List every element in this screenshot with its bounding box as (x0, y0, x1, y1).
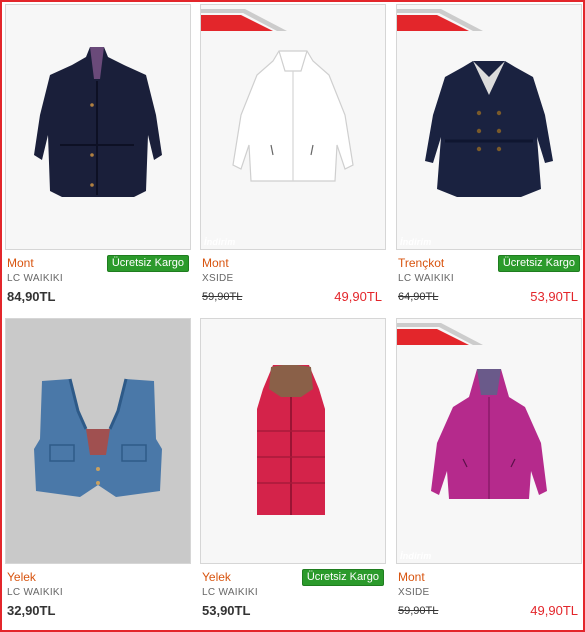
product-category[interactable]: Mont (7, 256, 34, 270)
product-image-red-puffer-vest[interactable] (200, 318, 386, 564)
sale-ribbon (201, 9, 287, 31)
product-brand: XSIDE (202, 273, 234, 284)
product-old-price: 59,90TL (202, 291, 243, 303)
product-image-navy-trenchcoat[interactable]: İndirim (396, 4, 582, 250)
product-image-magenta-jacket[interactable]: İndirim (396, 318, 582, 564)
product-image-denim-vest[interactable] (5, 318, 191, 564)
product-sale-price: 49,90TL (530, 603, 578, 618)
sale-ribbon (397, 323, 483, 345)
product-category[interactable]: Mont (398, 570, 425, 584)
free-shipping-badge: Ücretsiz Kargo (301, 569, 384, 586)
product-price: 53,90TL (202, 603, 251, 618)
product-brand: LC WAIKIKI (398, 273, 454, 284)
product-old-price: 64,90TL (398, 291, 439, 303)
product-card[interactable]: Yelek LC WAIKIKI 32,90TL (5, 318, 191, 632)
product-brand: LC WAIKIKI (7, 273, 63, 284)
product-grid: Mont Ücretsiz Kargo LC WAIKIKI 84,90TL İ… (0, 0, 585, 632)
product-category[interactable]: Trençkot (398, 256, 444, 270)
product-card[interactable]: İndirim Mont XSIDE 59,90TL 49,90TL (200, 4, 386, 318)
product-card[interactable]: İndirim Mont XSIDE 59,90TL 49,90TL (396, 318, 582, 632)
product-price: 84,90TL (7, 289, 56, 304)
sale-ribbon-label: İndirim (400, 551, 432, 561)
product-card[interactable]: İndirim Trençkot Ücretsiz Kargo LC WAIKI… (396, 4, 582, 318)
product-category[interactable]: Yelek (202, 570, 231, 584)
product-brand: LC WAIKIKI (7, 587, 63, 598)
sale-ribbon (397, 9, 483, 31)
sale-ribbon-label: İndirim (204, 237, 236, 247)
product-card[interactable]: Mont Ücretsiz Kargo LC WAIKIKI 84,90TL (5, 4, 191, 318)
product-image-navy-jacket[interactable] (5, 4, 191, 250)
product-category[interactable]: Yelek (7, 570, 36, 584)
free-shipping-badge: Ücretsiz Kargo (497, 255, 580, 272)
product-old-price: 59,90TL (398, 605, 439, 617)
product-price: 32,90TL (7, 603, 56, 618)
product-category[interactable]: Mont (202, 256, 229, 270)
product-brand: LC WAIKIKI (202, 587, 258, 598)
product-brand: XSIDE (398, 587, 430, 598)
product-image-white-jacket[interactable]: İndirim (200, 4, 386, 250)
product-sale-price: 53,90TL (530, 289, 578, 304)
free-shipping-badge: Ücretsiz Kargo (106, 255, 189, 272)
product-sale-price: 49,90TL (334, 289, 382, 304)
sale-ribbon-label: İndirim (400, 237, 432, 247)
product-card[interactable]: Yelek Ücretsiz Kargo LC WAIKIKI 53,90TL (200, 318, 386, 632)
